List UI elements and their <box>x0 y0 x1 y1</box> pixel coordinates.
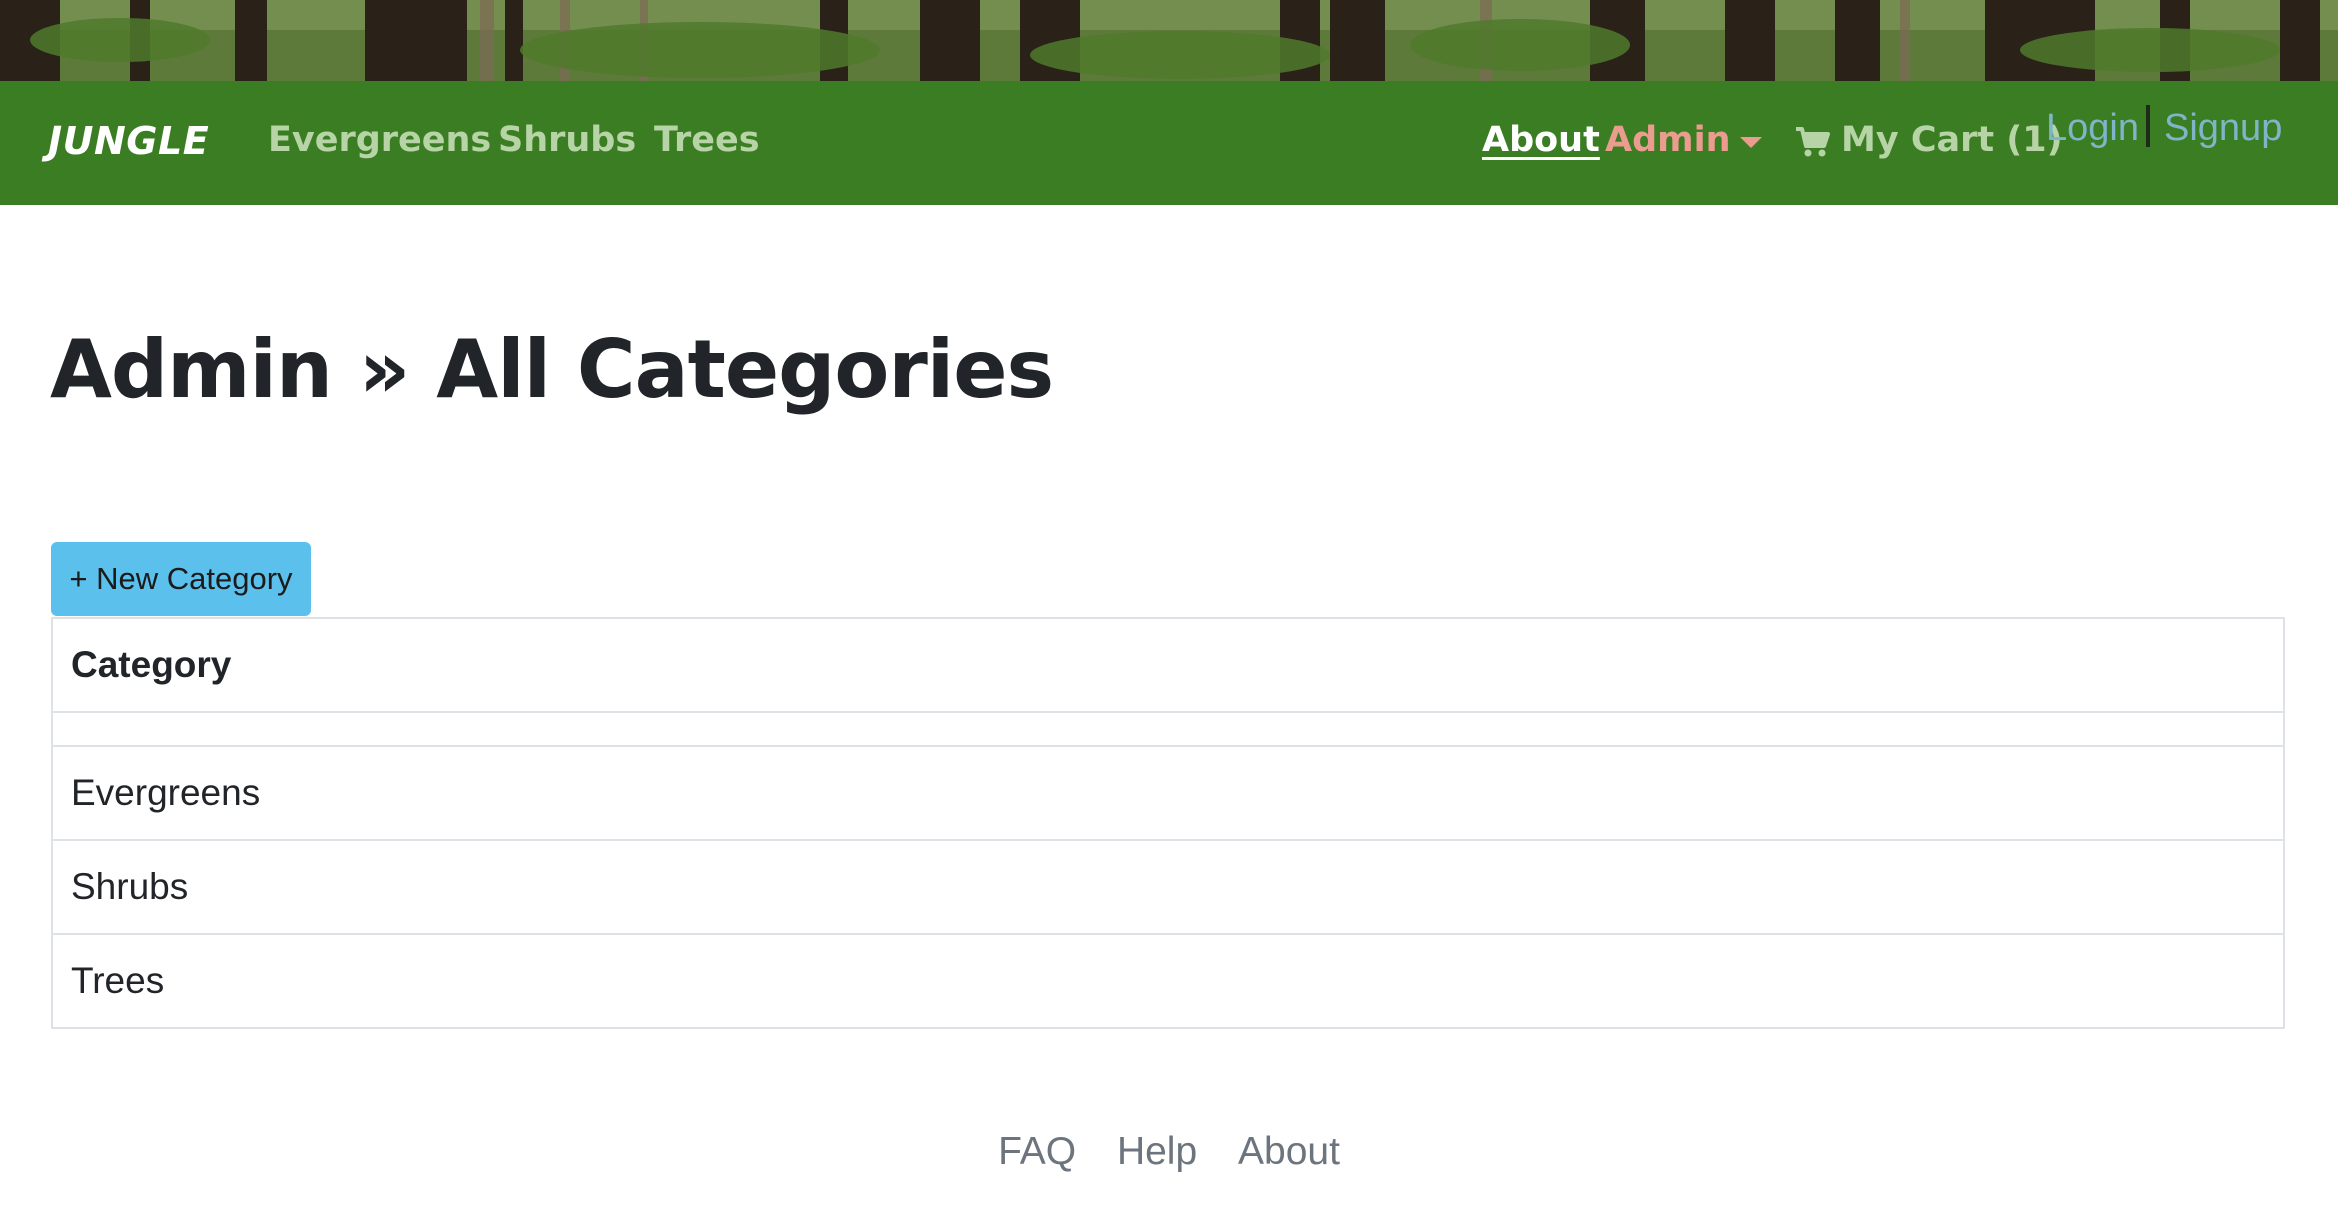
footer: FAQ Help About <box>0 1130 2338 1174</box>
table-spacer-cell <box>53 712 2283 747</box>
forest-banner <box>0 0 2338 81</box>
brand-logo[interactable]: JUNGLE <box>48 119 209 163</box>
category-cell: Shrubs <box>53 840 2283 935</box>
admin-dropdown[interactable]: Admin <box>1605 120 1731 160</box>
category-cell: Trees <box>71 960 165 1001</box>
footer-link-help[interactable]: Help <box>1117 1130 1197 1173</box>
table-spacer-row <box>53 712 2283 747</box>
page-title: Admin » All Categories <box>50 323 1054 416</box>
footer-link-about[interactable]: About <box>1238 1130 1340 1173</box>
table-row: Evergreens <box>53 746 2283 841</box>
nav-link-shrubs[interactable]: Shrubs <box>498 120 636 160</box>
new-category-button[interactable]: + New Category <box>51 542 311 616</box>
nav-link-evergreens[interactable]: Evergreens <box>268 120 491 160</box>
nav-link-trees[interactable]: Trees <box>654 120 760 160</box>
cart-icon <box>1796 127 1830 157</box>
nav-link-about[interactable]: About <box>1482 120 1600 160</box>
table-row: Shrubs <box>53 840 2283 935</box>
forest-banner-image <box>0 0 2338 81</box>
login-link[interactable]: Login <box>2046 107 2139 150</box>
cart-label: My Cart (1) <box>1841 120 2063 160</box>
auth-divider <box>2146 105 2150 147</box>
category-cell: Evergreens <box>53 746 2283 841</box>
categories-table: Category Evergreens Shrubs Trees <box>51 617 2285 1029</box>
navbar: JUNGLE Evergreens Shrubs Trees About Adm… <box>0 81 2338 205</box>
column-header-category: Category <box>53 619 2283 713</box>
footer-link-faq[interactable]: FAQ <box>998 1130 1076 1173</box>
caret-down-icon[interactable] <box>1740 137 1762 148</box>
table-header-row: Category <box>53 619 2283 713</box>
table-row: Trees <box>53 934 2283 1027</box>
signup-link[interactable]: Signup <box>2164 107 2282 150</box>
